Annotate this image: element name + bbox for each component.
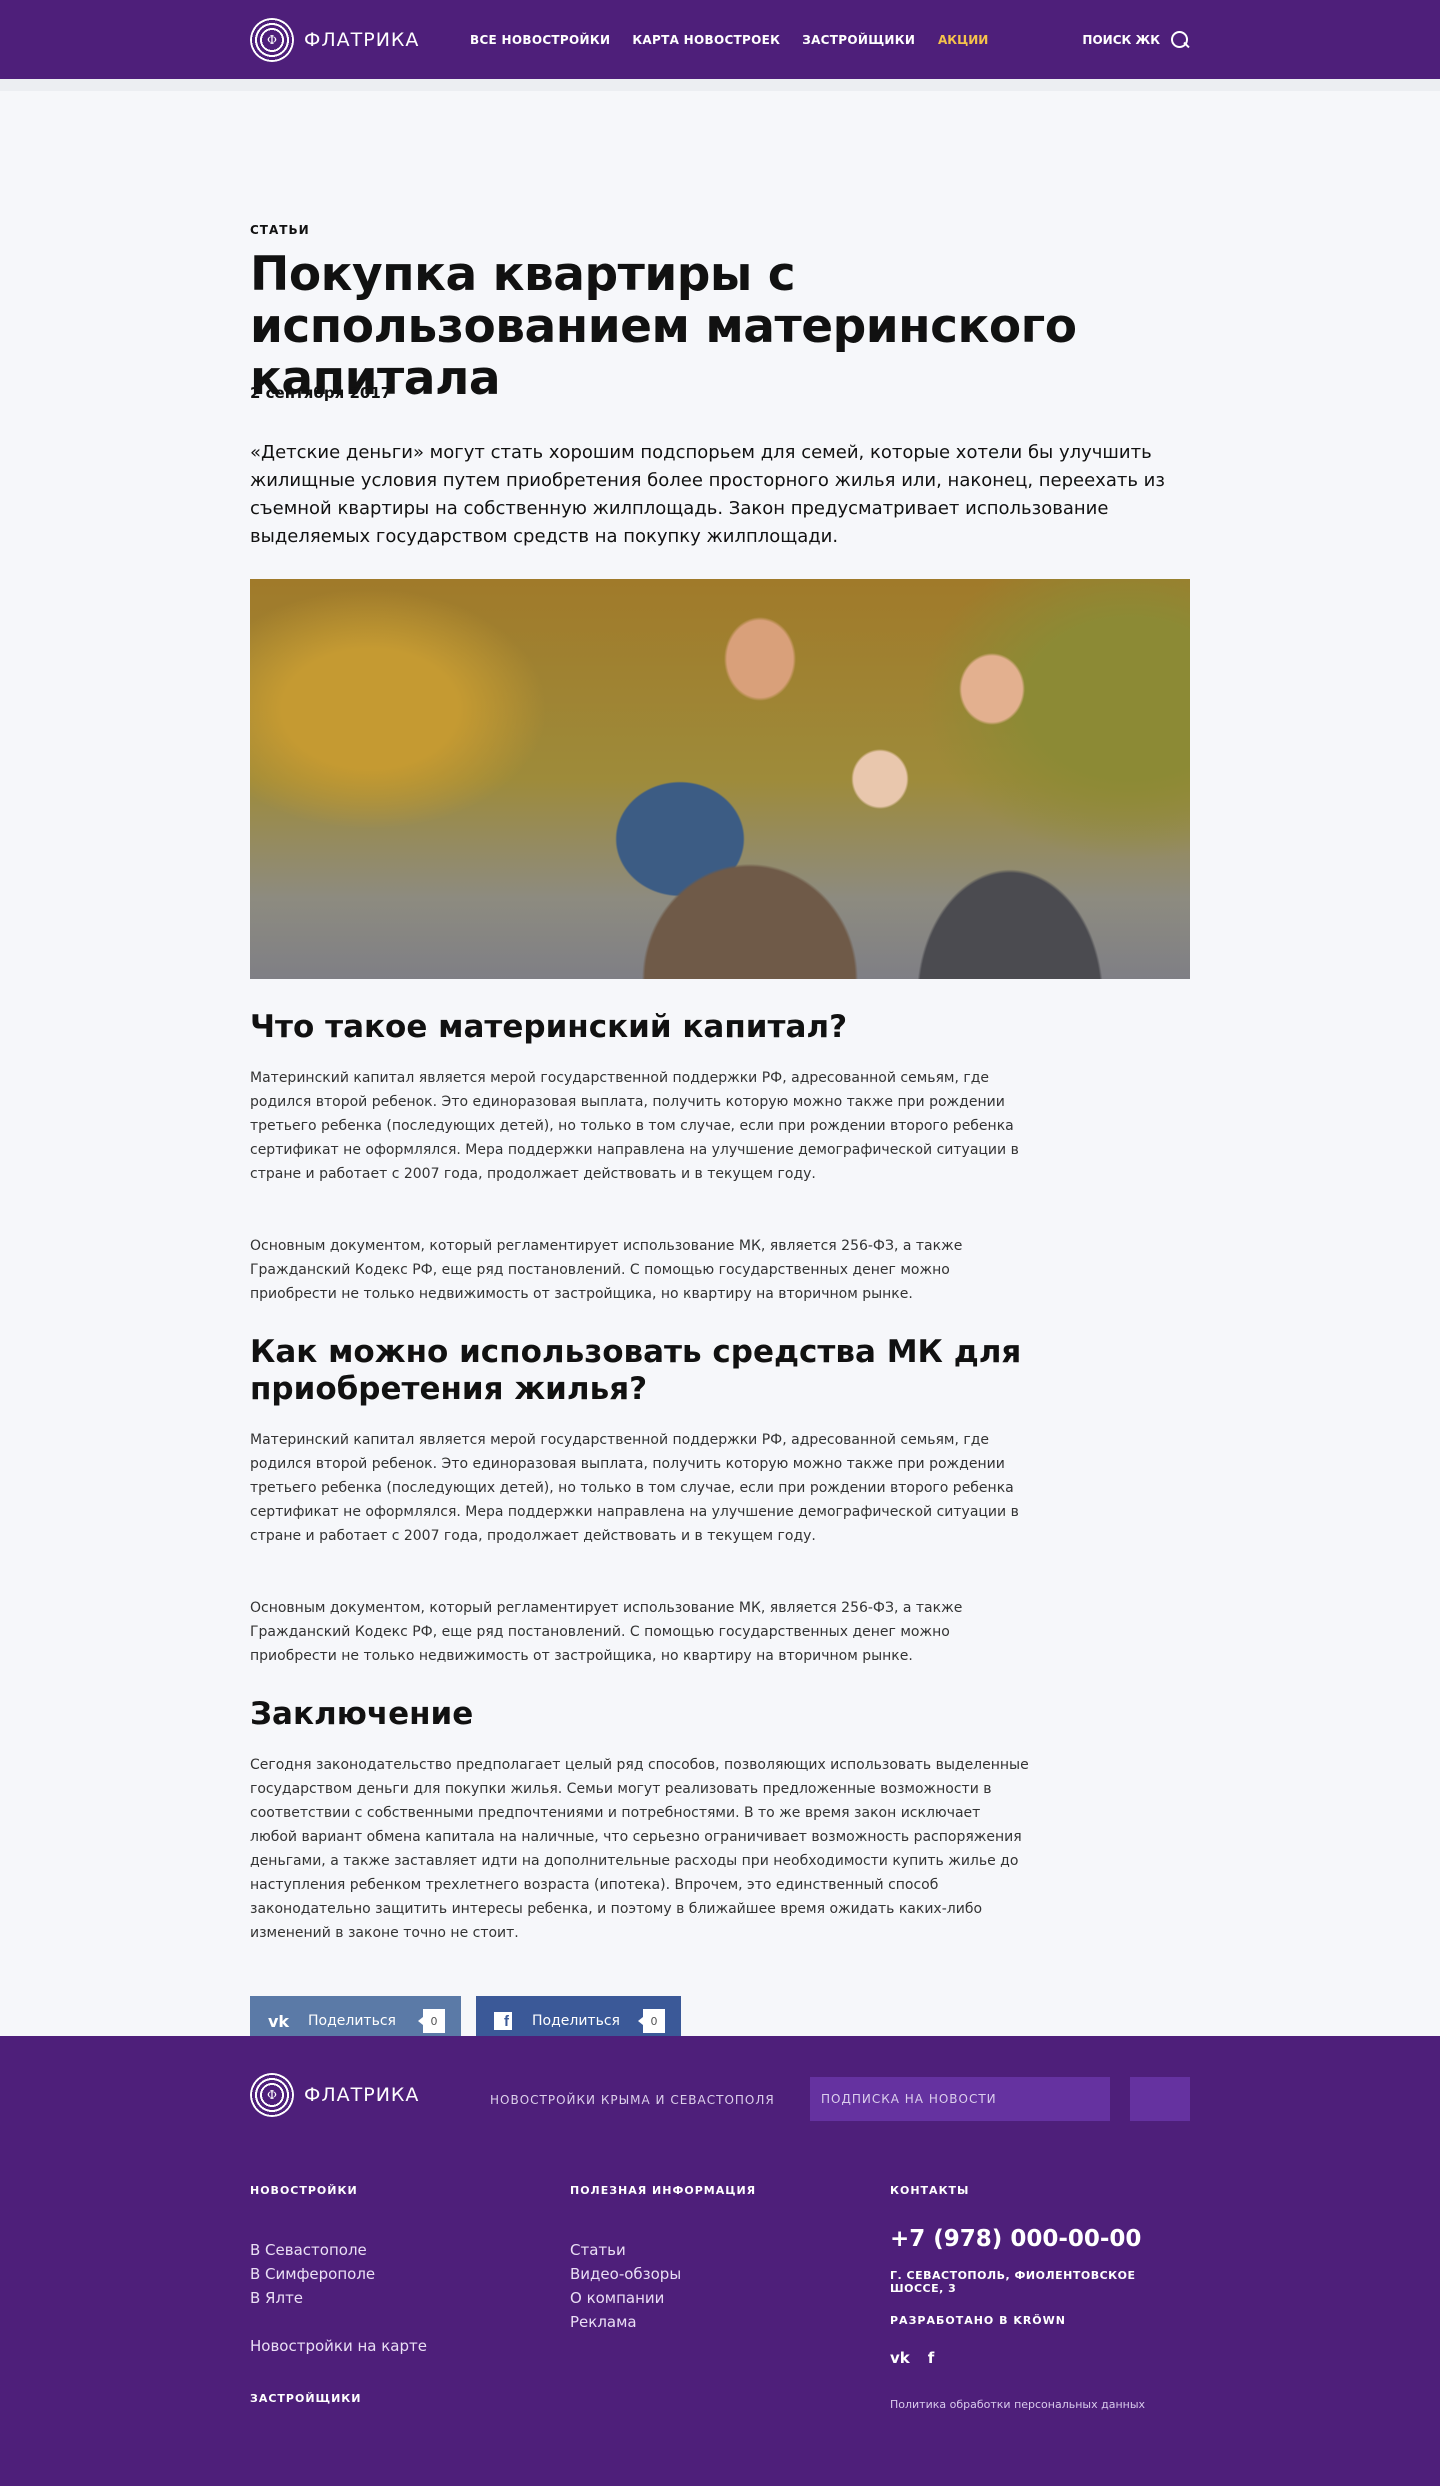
footer-logo[interactable]: Ф ФЛАТРИКА bbox=[250, 2073, 419, 2117]
share-count: 0 bbox=[418, 2009, 445, 2033]
section-heading: Что такое материнский капитал? bbox=[250, 1009, 848, 1045]
footer-link-articles[interactable]: Статьи bbox=[570, 2238, 681, 2262]
share-label: Поделиться bbox=[308, 2013, 396, 2029]
footer-address: Г. СЕВАСТОПОЛЬ, ФИОЛЕНТОВСКОЕ ШОССЕ, 3 bbox=[890, 2269, 1136, 2295]
nav-promo[interactable]: АКЦИИ bbox=[938, 33, 988, 47]
nav-developers[interactable]: ЗАСТРОЙЩИКИ bbox=[802, 33, 915, 47]
footer-link-ads[interactable]: Реклама bbox=[570, 2310, 681, 2334]
footer-link-developers[interactable]: ЗАСТРОЙЩИКИ bbox=[250, 2392, 362, 2405]
footer-social: vk f bbox=[890, 2349, 934, 2367]
footer-link-simferopol[interactable]: В Симферополе bbox=[250, 2262, 375, 2286]
footer-info-links: Статьи Видео-обзоры О компании Реклама bbox=[570, 2238, 681, 2334]
article: СТАТЬИ Покупка квартиры с использованием… bbox=[250, 91, 1190, 2046]
facebook-icon: f bbox=[494, 2012, 512, 2030]
footer-link-map[interactable]: Новостройки на карте bbox=[250, 2334, 427, 2358]
site-footer: Ф ФЛАТРИКА НОВОСТРОЙКИ КРЫМА И СЕВАСТОПО… bbox=[0, 2036, 1440, 2486]
logo-text: ФЛАТРИКА bbox=[304, 28, 420, 51]
share-label: Поделиться bbox=[532, 2013, 620, 2029]
footer-city-links: В Севастополе В Симферополе В Ялте bbox=[250, 2238, 375, 2310]
vk-icon[interactable]: vk bbox=[890, 2349, 910, 2367]
section-paragraph: Сегодня законодательство предполагает це… bbox=[250, 1757, 1029, 1941]
subscribe-button[interactable] bbox=[1130, 2077, 1190, 2121]
footer-heading-contacts: КОНТАКТЫ bbox=[890, 2184, 970, 2197]
share-count: 0 bbox=[638, 2009, 665, 2033]
search-button[interactable]: ПОИСК ЖК bbox=[1082, 30, 1190, 50]
developer-credit[interactable]: РАЗРАБОТАНО В KRÖWN bbox=[890, 2314, 1066, 2327]
article-date: 2 сентября 2017 bbox=[250, 384, 392, 402]
logo-icon: Ф bbox=[250, 2073, 294, 2117]
nav-all-buildings[interactable]: ВСЕ НОВОСТРОЙКИ bbox=[470, 33, 610, 47]
vk-icon: vk bbox=[268, 2011, 290, 2031]
nav-buildings-map[interactable]: КАРТА НОВОСТРОЕК bbox=[632, 33, 780, 47]
footer-link-sevastopol[interactable]: В Севастополе bbox=[250, 2238, 375, 2262]
footer-link-videos[interactable]: Видео-обзоры bbox=[570, 2262, 681, 2286]
section-heading: Как можно использовать средства МК для п… bbox=[250, 1334, 1022, 1407]
article-category[interactable]: СТАТЬИ bbox=[250, 223, 310, 237]
facebook-icon[interactable]: f bbox=[928, 2349, 935, 2367]
section-paragraph: Материнский капитал является мерой госуд… bbox=[250, 1070, 1019, 1182]
footer-heading-info: ПОЛЕЗНАЯ ИНФОРМАЦИЯ bbox=[570, 2184, 757, 2197]
section-heading: Заключение bbox=[250, 1696, 474, 1732]
footer-link-about[interactable]: О компании bbox=[570, 2286, 681, 2310]
site-logo[interactable]: Ф ФЛАТРИКА bbox=[250, 17, 420, 62]
footer-map-link-wrap: Новостройки на карте bbox=[250, 2334, 427, 2358]
section-paragraph: Материнский капитал является мерой госуд… bbox=[250, 1432, 1019, 1544]
privacy-policy-link[interactable]: Политика обработки персональных данных bbox=[890, 2398, 1145, 2411]
footer-heading-buildings: НОВОСТРОЙКИ bbox=[250, 2184, 358, 2197]
hero-image bbox=[250, 579, 1190, 979]
logo-text: ФЛАТРИКА bbox=[304, 2084, 420, 2106]
site-header: Ф ФЛАТРИКА ВСЕ НОВОСТРОЙКИ КАРТА НОВОСТР… bbox=[0, 0, 1440, 79]
section-paragraph: Основным документом, который регламентир… bbox=[250, 1238, 963, 1302]
subscribe-input[interactable] bbox=[810, 2077, 1110, 2121]
article-lead: «Детские деньги» могут стать хорошим под… bbox=[250, 442, 1165, 547]
logo-icon: Ф bbox=[250, 17, 294, 62]
header-divider bbox=[0, 79, 1440, 91]
search-label: ПОИСК ЖК bbox=[1082, 32, 1160, 47]
footer-phone[interactable]: +7 (978) 000-00-00 bbox=[890, 2226, 1141, 2252]
search-icon bbox=[1170, 30, 1190, 50]
footer-tagline: НОВОСТРОЙКИ КРЫМА И СЕВАСТОПОЛЯ bbox=[490, 2093, 775, 2107]
section-paragraph: Основным документом, который регламентир… bbox=[250, 1600, 963, 1664]
page-title: Покупка квартиры с использованием матери… bbox=[250, 247, 1077, 406]
footer-link-yalta[interactable]: В Ялте bbox=[250, 2286, 375, 2310]
main-nav: ВСЕ НОВОСТРОЙКИ КАРТА НОВОСТРОЕК ЗАСТРОЙ… bbox=[470, 33, 915, 47]
